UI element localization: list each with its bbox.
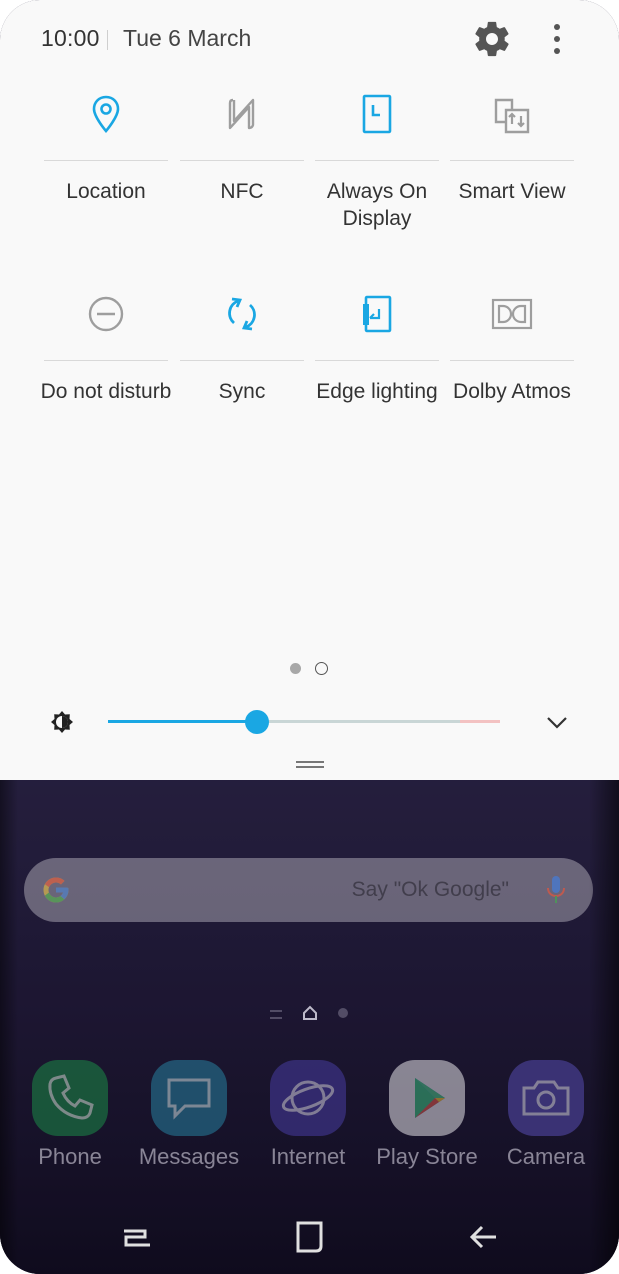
tile-label: Always On Display [326,180,428,230]
brightness-slider[interactable] [108,710,500,734]
edge-shadow [589,780,619,1274]
brightness-slider-warning-zone [460,720,500,723]
dolby-atmos-icon[interactable] [490,292,534,336]
settings-gear-icon[interactable] [474,21,510,57]
brightness-slider-thumb[interactable] [244,710,269,734]
tile-divider [450,360,574,361]
tile-do-not-disturb[interactable]: Do not disturb [41,282,171,462]
tile-divider [180,360,304,361]
clock: 10:00 [41,25,100,51]
date: Tue 6 March [123,25,252,51]
tile-sync[interactable]: Sync [180,282,304,462]
panel-drag-handle[interactable] [296,761,324,769]
always-on-display-icon[interactable] [355,92,399,136]
tile-divider [315,360,439,361]
tile-nfc[interactable]: NFC [180,82,304,262]
smart-view-icon[interactable] [490,92,534,136]
tile-label: Dolby Atmos [453,380,571,403]
tile-divider [180,160,304,161]
more-options-icon[interactable] [545,21,569,57]
tile-divider [315,160,439,161]
location-icon[interactable] [84,92,128,136]
home-dim-overlay [0,780,619,1274]
page-dot-1 [290,663,301,674]
nfc-icon[interactable] [220,92,264,136]
header-separator [107,30,108,50]
edge-shadow [0,780,18,1274]
tile-dolby-atmos[interactable]: Dolby Atmos [450,282,574,462]
home-screen: Say "Ok Google" Phone Messages Internet Pla… [0,780,619,1274]
tile-edge-lighting[interactable]: Edge lighting [315,282,439,462]
tile-label: Smart View [458,180,566,203]
tile-divider [450,160,574,161]
drag-handle-line [296,761,324,763]
brightness-slider-fill [108,720,257,723]
tile-label: Do not disturb [40,380,172,403]
tile-smart-view[interactable]: Smart View [450,82,574,262]
sync-icon[interactable] [220,292,264,336]
panel-page-indicator [290,660,340,676]
tile-always-on-display[interactable]: Always On Display [315,82,439,262]
edge-lighting-icon[interactable] [355,292,399,336]
brightness-control [0,700,619,744]
phone-screen: Say "Ok Google" Phone Messages Internet Pla… [0,0,619,1274]
tile-divider [44,160,168,161]
quick-settings-panel: 10:00 Tue 6 March Location NFC Always On D… [0,0,619,780]
tile-label: NFC [220,180,264,203]
panel-header: 10:00 Tue 6 March [0,0,619,80]
tile-label: Edge lighting [316,380,438,403]
page-dot-2 [315,662,328,675]
drag-handle-line [296,766,324,768]
tile-label: Sync [218,380,266,403]
tile-divider [44,360,168,361]
chevron-down-icon[interactable] [544,709,570,735]
brightness-icon [51,711,73,733]
tile-label: Location [66,180,146,203]
do-not-disturb-icon[interactable] [84,292,128,336]
tile-location[interactable]: Location [44,82,168,262]
